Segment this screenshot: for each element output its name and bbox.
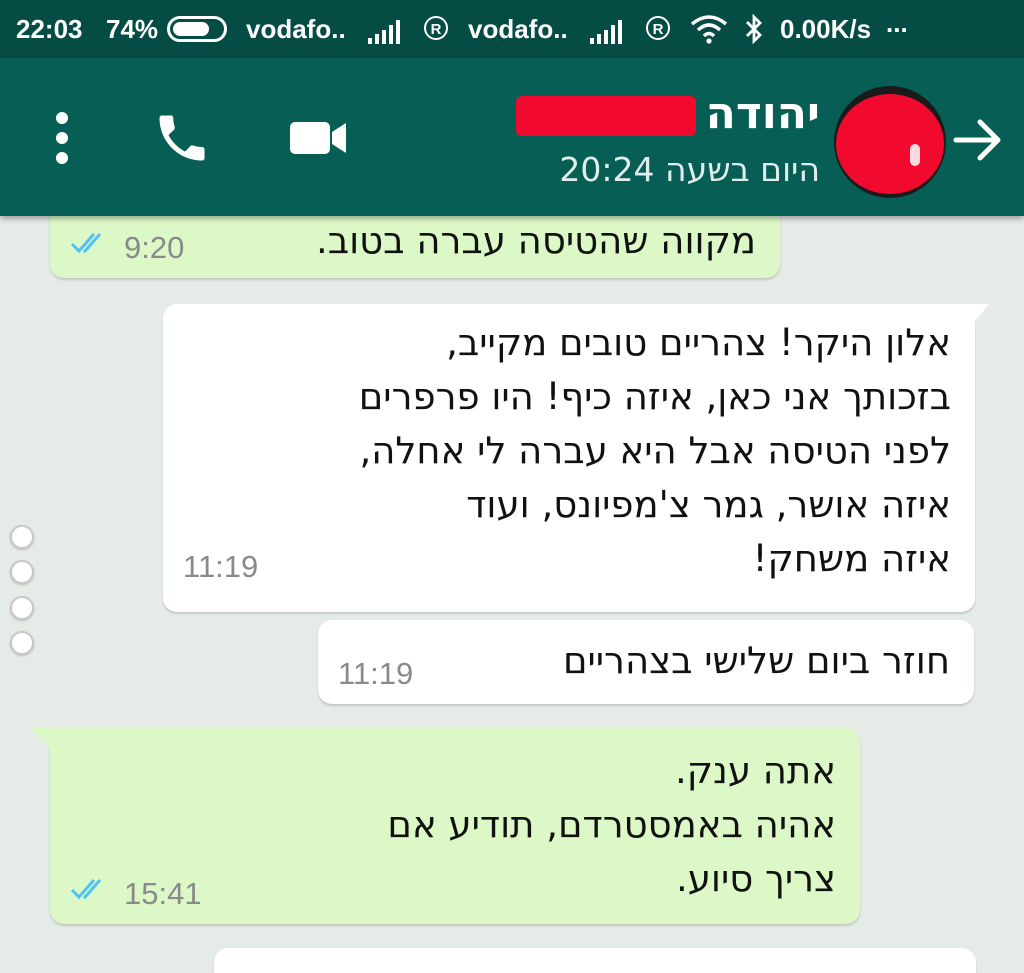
- message-incoming[interactable]: אלון היקר! צהריים טובים מקייב, בזכותך אנ…: [163, 304, 989, 612]
- avatar-redaction: [836, 94, 944, 194]
- more-options-button[interactable]: [40, 108, 84, 168]
- message-incoming[interactable]: חוזר ביום שלישי בצהריים 11:19: [318, 620, 974, 704]
- roaming-icon: R: [646, 16, 670, 40]
- wifi-icon: [690, 15, 728, 44]
- bubble-tail: [30, 728, 52, 750]
- video-call-icon: [290, 122, 346, 154]
- bluetooth-icon: [746, 14, 762, 44]
- message-incoming-partial[interactable]: [214, 948, 976, 973]
- name-redaction: [516, 96, 696, 136]
- chat-area[interactable]: מקווה שהטיסה עברה בטוב. 9:20 אלון היקר! …: [0, 216, 1024, 973]
- message-outgoing[interactable]: אתה ענק. אהיה באמסטרדם, תודיע אם צריך סי…: [30, 728, 860, 924]
- message-text: אלון היקר! צהריים טובים מקייב, בזכותך אנ…: [358, 321, 951, 580]
- message-time: 11:19: [338, 656, 414, 691]
- contact-name: יהודה: [705, 88, 820, 139]
- forward-arrow-icon: [953, 119, 1001, 161]
- read-ticks-icon: [70, 233, 102, 254]
- signal-icon: [368, 20, 400, 44]
- roaming-icon: R: [424, 16, 448, 40]
- battery-percent: 74%: [106, 14, 159, 44]
- contact-info[interactable]: יהודה היום בשעה 20:24: [500, 78, 826, 198]
- carrier-name-1: vodafo..: [246, 14, 346, 44]
- avatar-detail: [910, 144, 920, 166]
- chat-header: יהודה היום בשעה 20:24: [0, 58, 1024, 216]
- bubble-tail: [973, 304, 989, 324]
- message-text: מקווה שהטיסה עברה בטוב.: [315, 219, 756, 262]
- status-time: 22:03: [16, 14, 83, 44]
- battery-icon: [167, 16, 227, 42]
- voice-call-button[interactable]: [152, 108, 212, 168]
- overlay-control-dot[interactable]: [10, 525, 34, 549]
- last-seen: היום בשעה 20:24: [559, 150, 820, 189]
- message-time: 15:41: [124, 876, 202, 911]
- more-vert-icon: [56, 112, 68, 164]
- message-outgoing[interactable]: מקווה שהטיסה עברה בטוב. 9:20: [50, 216, 780, 278]
- phone-icon: [159, 115, 205, 161]
- back-button[interactable]: [950, 112, 1006, 168]
- status-bar: 22:03 74% vodafo.. R vodafo.. R 0.00K/s …: [0, 0, 1024, 58]
- carrier-name-2: vodafo..: [468, 14, 568, 44]
- message-text: חוזר ביום שלישי בצהריים: [562, 639, 950, 682]
- overlay-control-dot[interactable]: [10, 631, 34, 655]
- status-more-icon: ...: [886, 8, 908, 38]
- message-time: 11:19: [183, 549, 259, 584]
- overlay-control-dot[interactable]: [10, 560, 34, 584]
- video-call-button[interactable]: [286, 110, 350, 166]
- overlay-control-dot[interactable]: [10, 596, 34, 620]
- read-ticks-icon: [70, 879, 102, 900]
- avatar[interactable]: [834, 86, 946, 198]
- signal-icon: [590, 20, 622, 44]
- data-rate: 0.00K/s: [780, 14, 872, 44]
- message-time: 9:20: [124, 230, 185, 265]
